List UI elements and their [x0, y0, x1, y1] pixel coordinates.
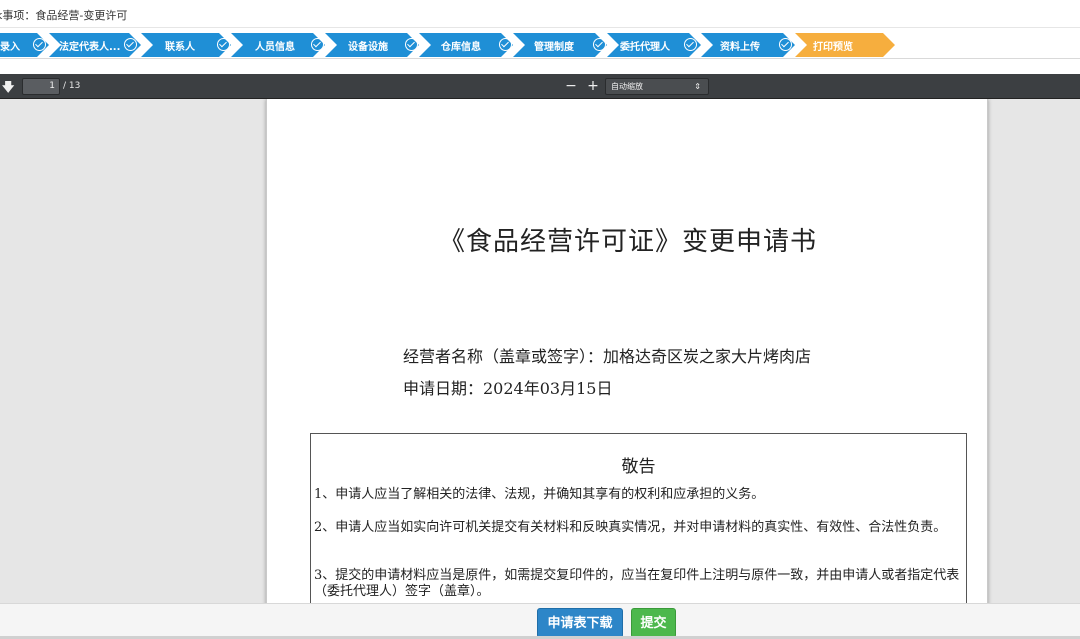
check-circle-icon [779, 38, 792, 51]
step-10[interactable]: 打印预览 [795, 33, 895, 57]
notice-box: 敬告 1、申请人应当了解相关的法律、法规，并确知其享有的权利和应承担的义务。 2… [310, 433, 967, 603]
download-arrow-icon[interactable]: 🡇 [2, 78, 14, 99]
check-circle-icon [217, 38, 230, 51]
notice-item: 2、申请人应当如实向许可机关提交有关材料和反映真实情况，并对申请材料的真实性、有… [314, 520, 947, 535]
page-count: / 13 [63, 81, 81, 91]
check-circle-icon [499, 38, 512, 51]
page-header: k事项：食品经营-变更许可 [0, 0, 1080, 28]
step-7[interactable]: 管理制度 [513, 33, 607, 57]
check-circle-icon [33, 38, 46, 51]
step-3[interactable]: 联系人 [141, 33, 231, 57]
step-label: 资料上传 [720, 42, 760, 53]
zoom-in-button[interactable]: + [586, 77, 600, 95]
check-circle-icon [311, 38, 324, 51]
step-label: 仓库信息 [441, 42, 481, 53]
step-label: 打印预览 [813, 42, 853, 53]
step-5[interactable]: 设备设施 [325, 33, 419, 57]
step-2[interactable]: 法定代表人... [49, 33, 141, 57]
step-6[interactable]: 仓库信息 [419, 33, 513, 57]
submit-button[interactable]: 提交 [631, 608, 676, 638]
document-title: 《食品经营许可证》变更申请书 [438, 227, 817, 257]
step-9[interactable]: 资料上传 [701, 33, 795, 57]
select-caret-icon: ⇕ [694, 82, 701, 91]
page-title: k事项：食品经营-变更许可 [0, 9, 128, 22]
notice-title: 敬告 [621, 457, 656, 477]
step-wizard: 录入 法定代表人... 联系人 人员信息 设备设施 仓库信息 管理制度 委托代理人 资料上传 打印… [0, 31, 1080, 59]
step-label: 委托代理人 [620, 42, 670, 53]
step-1[interactable]: 录入 [0, 33, 49, 57]
step-label: 联系人 [165, 42, 195, 53]
step-label: 设备设施 [348, 42, 388, 53]
step-label: 管理制度 [534, 42, 574, 53]
check-circle-icon [593, 38, 606, 51]
pdf-toolbar: 🡇 1 / 13 − + 自动缩放 ⇕ [0, 74, 1080, 99]
check-circle-icon [124, 38, 137, 51]
zoom-select[interactable]: 自动缩放 ⇕ [605, 78, 709, 95]
download-form-button[interactable]: 申请表下载 [537, 608, 623, 638]
action-bar: 申请表下载 提交 [0, 603, 1080, 639]
pdf-viewer[interactable]: 《食品经营许可证》变更申请书 经营者名称（盖章或签字）：加格达奇区炭之家大片烤肉… [0, 99, 1080, 603]
check-circle-icon [684, 38, 697, 51]
step-8[interactable]: 委托代理人 [607, 33, 701, 57]
zoom-out-button[interactable]: − [564, 77, 578, 95]
step-label: 法定代表人... [59, 42, 121, 53]
zoom-select-label: 自动缩放 [611, 82, 643, 91]
step-label: 人员信息 [255, 42, 295, 53]
application-date-line: 申请日期：2024年03月15日 [403, 379, 613, 398]
notice-item: 1、申请人应当了解相关的法律、法规，并确知其享有的权利和应承担的义务。 [314, 487, 765, 502]
operator-name-line: 经营者名称（盖章或签字）：加格达奇区炭之家大片烤肉店 [403, 347, 812, 366]
page-number-input[interactable]: 1 [22, 78, 60, 95]
check-circle-icon [405, 38, 418, 51]
pdf-page: 《食品经营许可证》变更申请书 经营者名称（盖章或签字）：加格达奇区炭之家大片烤肉… [266, 99, 988, 603]
app-window: { "header": { "title": "k事项：食品经营-变更许可" }… [0, 0, 1080, 639]
step-label: 录入 [0, 42, 20, 53]
step-4[interactable]: 人员信息 [231, 33, 325, 57]
notice-item: 3、提交的申请材料应当是原件，如需提交复印件的，应当在复印件上注明与原件一致，并… [314, 568, 960, 599]
